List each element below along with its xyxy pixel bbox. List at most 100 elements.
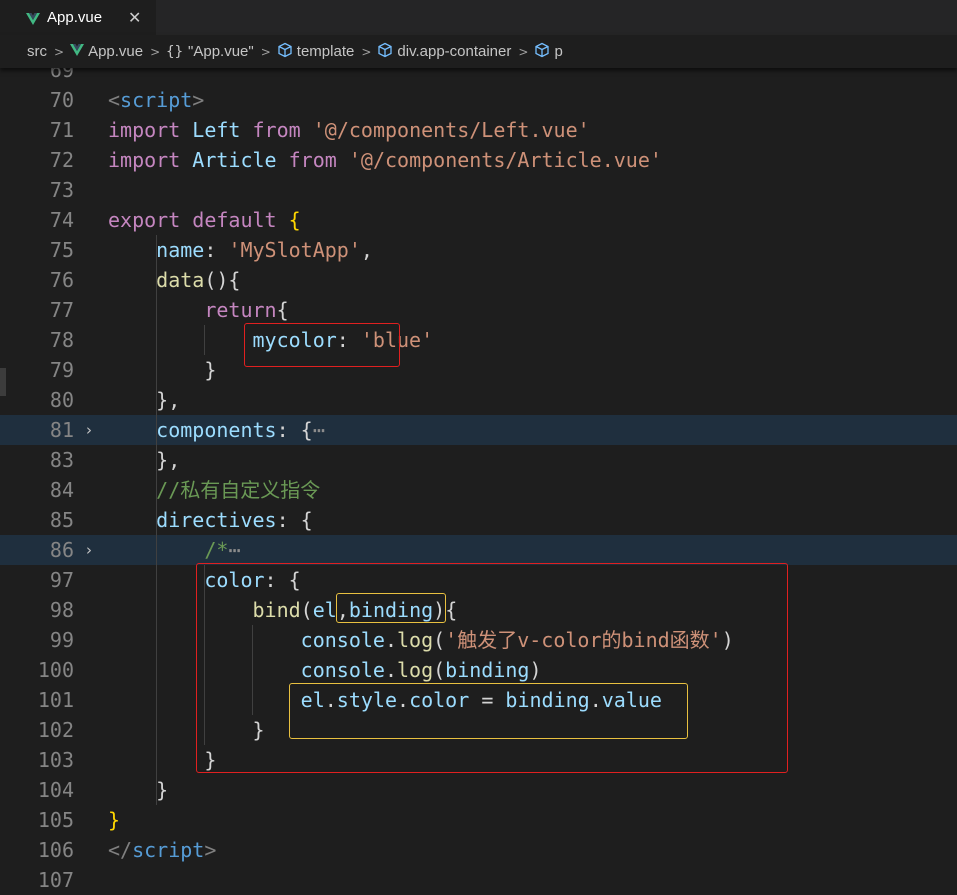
chevron-right-icon: >: [260, 44, 271, 59]
line-number: 101: [37, 688, 74, 712]
code-token: {: [288, 208, 301, 232]
code-token: from: [252, 118, 301, 142]
breadcrumb-item[interactable]: p: [534, 42, 563, 62]
breadcrumb-item[interactable]: {} "App.vue": [166, 43, 254, 60]
code-line[interactable]: 74 export default {: [0, 205, 957, 235]
code-text: /*⋯: [108, 535, 240, 565]
code-token: }: [108, 778, 169, 802]
code-token: :: [204, 238, 229, 262]
code-line[interactable]: 81 › components: {⋯: [0, 415, 957, 445]
code-line[interactable]: 72 import Article from '@/components/Arti…: [0, 145, 957, 175]
code-text: return{: [108, 295, 289, 325]
code-line[interactable]: 106 </script>: [0, 835, 957, 865]
code-text: <script>: [108, 85, 204, 115]
indent-guide: [156, 235, 157, 805]
code-token: <: [108, 88, 121, 112]
code-token: //私有自定义指令: [156, 478, 321, 502]
tab-app-vue[interactable]: App.vue ✕: [0, 0, 156, 35]
line-number: 105: [37, 808, 74, 832]
code-token: from: [288, 148, 337, 172]
braces-icon: {}: [166, 43, 184, 60]
close-icon[interactable]: ✕: [128, 8, 141, 27]
code-text: name: 'MySlotApp',: [108, 235, 373, 265]
code-line[interactable]: 83 },: [0, 445, 957, 475]
code-line[interactable]: 70 <script>: [0, 85, 957, 115]
code-token: {: [276, 298, 289, 322]
code-token: Article: [192, 148, 277, 172]
code-line[interactable]: 107: [0, 865, 957, 895]
breadcrumb-label: p: [554, 43, 563, 60]
code-token: },: [108, 388, 181, 412]
breadcrumb: src > App.vue > {} "App.vue" > template > div.app…: [0, 35, 957, 68]
indent-guide: [204, 325, 205, 355]
code-line[interactable]: 76 data(){: [0, 265, 957, 295]
line-number: 74: [49, 208, 74, 232]
code-line[interactable]: 75 name: 'MySlotApp',: [0, 235, 957, 265]
breadcrumb-label: "App.vue": [188, 43, 254, 60]
fold-chevron-icon[interactable]: ›: [86, 415, 92, 445]
code-line[interactable]: 78 mycolor: 'blue': [0, 325, 957, 355]
line-number: 106: [37, 838, 74, 862]
breadcrumb-item[interactable]: src: [27, 43, 47, 60]
code-token: </: [108, 838, 133, 862]
code-line[interactable]: 105}: [0, 805, 957, 835]
code-token: return: [204, 298, 277, 322]
line-number: 70: [49, 88, 74, 112]
code-text: components: {⋯: [108, 415, 325, 445]
breadcrumb-item[interactable]: div.app-container: [377, 42, 511, 62]
code-token: data: [156, 268, 205, 292]
code-token: }: [108, 358, 217, 382]
code-token: ,: [360, 238, 373, 262]
line-number: 81: [49, 418, 74, 442]
code-token: components: [156, 418, 277, 442]
vue-file-icon: [26, 12, 40, 25]
code-editor[interactable]: 69 70 <script> 71 import Left from '@/compon…: [0, 55, 957, 892]
fold-chevron-icon[interactable]: ›: [86, 535, 92, 565]
vue-file-icon: [70, 43, 85, 60]
code-token: },: [108, 448, 181, 472]
code-line[interactable]: 80 },: [0, 385, 957, 415]
annotation-box-yellow: [336, 593, 446, 623]
code-line[interactable]: 84 //私有自定义指令: [0, 475, 957, 505]
code-token: import: [108, 118, 181, 142]
breadcrumb-item[interactable]: App.vue: [70, 43, 143, 60]
code-text: }: [108, 775, 168, 805]
code-line[interactable]: 77 return{: [0, 295, 957, 325]
annotation-box-red: [196, 563, 788, 773]
line-number: 103: [37, 748, 74, 772]
code-token: /*: [204, 538, 229, 562]
code-text: }: [108, 805, 120, 835]
line-number: 78: [49, 328, 74, 352]
code-line[interactable]: 104 }: [0, 775, 957, 805]
code-line[interactable]: 79 }: [0, 355, 957, 385]
code-line[interactable]: 85 directives: {: [0, 505, 957, 535]
breadcrumb-label: src: [27, 43, 47, 60]
code-token: '@/components/Article.vue': [348, 148, 662, 172]
line-number: 73: [49, 178, 74, 202]
line-number: 99: [49, 628, 74, 652]
code-line[interactable]: 86 › /*⋯: [0, 535, 957, 565]
code-token: 'MySlotApp': [228, 238, 361, 262]
breadcrumb-label: App.vue: [88, 43, 144, 60]
code-token: script: [120, 88, 193, 112]
code-token: >: [192, 88, 205, 112]
breadcrumb-item[interactable]: template: [277, 42, 354, 62]
code-text: data(){: [108, 265, 240, 295]
code-line[interactable]: 73: [0, 175, 957, 205]
line-number: 104: [37, 778, 74, 802]
line-number: 83: [49, 448, 74, 472]
code-token: : {: [276, 508, 313, 532]
code-token: (){: [204, 268, 241, 292]
tab-label: App.vue: [47, 9, 103, 26]
code-line[interactable]: 71 import Left from '@/components/Left.vu…: [0, 115, 957, 145]
annotation-box-red: [244, 323, 400, 367]
code-text: },: [108, 445, 180, 475]
code-token: ⋯: [312, 418, 325, 442]
